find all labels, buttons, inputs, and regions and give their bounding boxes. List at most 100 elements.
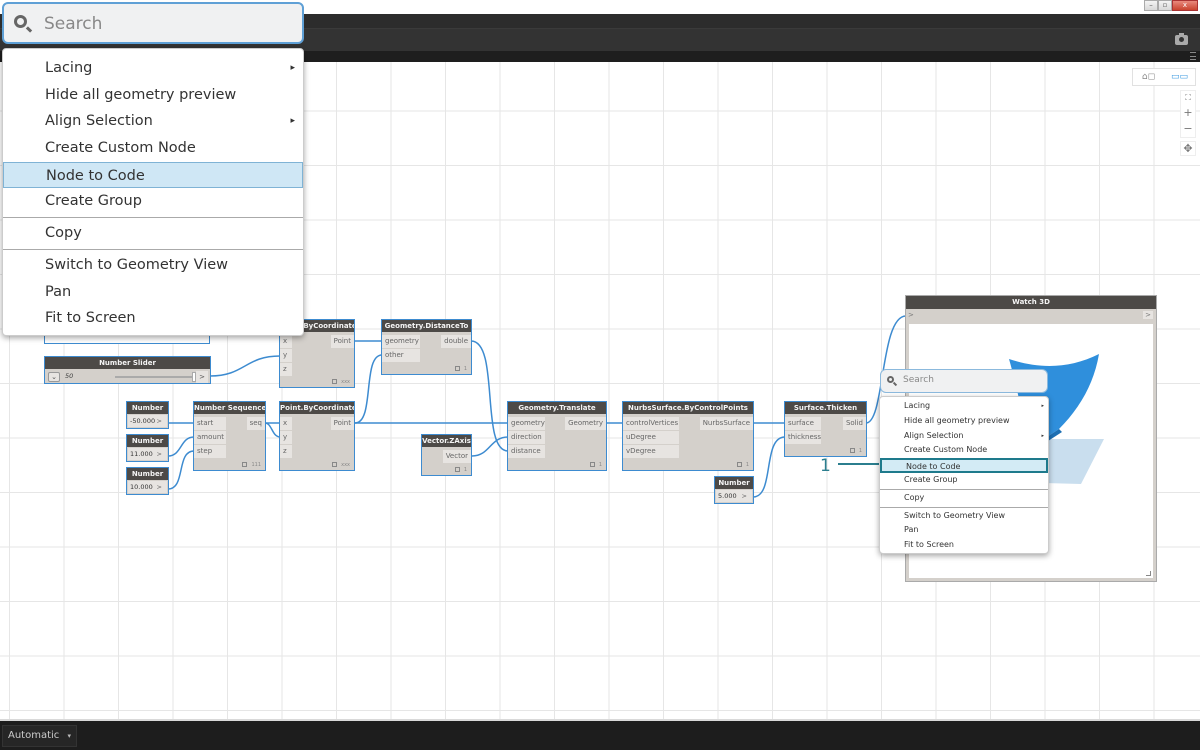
output-port-point[interactable]: Point <box>330 335 354 348</box>
menu-item-fit-to-screen[interactable]: Fit to Screen <box>3 305 303 332</box>
menu-item-copy[interactable]: Copy <box>3 220 303 247</box>
number-value[interactable]: 10.000 > <box>128 481 167 493</box>
output-port-geometry[interactable]: Geometry <box>565 417 606 430</box>
number-node[interactable]: Number 10.000 > <box>126 467 169 495</box>
input-port-geometry[interactable]: geometry <box>508 417 545 430</box>
input-port-z[interactable]: z <box>280 363 292 376</box>
menu-item-pan[interactable]: Pan <box>880 523 1048 538</box>
input-port-y[interactable]: y <box>280 431 292 444</box>
menu-item-lacing[interactable]: Lacing ▸ <box>880 399 1048 414</box>
preview-checkbox[interactable] <box>332 462 338 467</box>
menu-item-pan[interactable]: Pan <box>3 279 303 306</box>
node-title: Number <box>127 435 168 447</box>
menu-item-switch-to-geometry-view[interactable]: Switch to Geometry View <box>3 252 303 279</box>
number-node[interactable]: Number 11.000 > <box>126 434 169 462</box>
input-port-start[interactable]: start <box>194 417 226 430</box>
input-port-z[interactable]: z <box>280 445 292 458</box>
output-port-nurbssurface[interactable]: NurbsSurface <box>699 417 753 430</box>
input-port-controlvertices[interactable]: controlVertices <box>623 417 679 430</box>
number-value[interactable]: -50.000 > <box>128 415 167 427</box>
nurbssurface-bycontrolpoints-node[interactable]: NurbsSurface.ByControlPoints controlVert… <box>622 401 754 471</box>
output-port-point[interactable]: Point <box>330 417 354 430</box>
menu-item-create-custom-node[interactable]: Create Custom Node <box>880 443 1048 458</box>
output-port-double[interactable]: double <box>441 335 471 348</box>
output-port-vector[interactable]: Vector <box>442 450 471 463</box>
number-node[interactable]: Number 5.000 > <box>714 476 754 504</box>
menu-item-hide-geometry[interactable]: Hide all geometry preview <box>3 82 303 109</box>
number-slider-node[interactable]: Number Slider ⌄ 50 > <box>44 356 211 384</box>
input-port-udegree[interactable]: uDegree <box>623 431 679 444</box>
graph-view-icon[interactable]: ▭▭ <box>1164 69 1195 85</box>
submenu-arrow-icon: ▸ <box>290 63 295 73</box>
menu-item-switch-to-geometry-view[interactable]: Switch to Geometry View <box>880 509 1048 524</box>
zoom-out-icon[interactable]: − <box>1183 122 1192 135</box>
input-port-other[interactable]: other <box>382 349 420 362</box>
close-button[interactable]: x <box>1172 0 1198 11</box>
input-port-direction[interactable]: direction <box>508 431 545 444</box>
vector-zaxis-node[interactable]: Vector.ZAxis Vector 1 <box>421 434 472 476</box>
preview-checkbox[interactable] <box>454 366 460 371</box>
preview-checkbox[interactable] <box>849 448 855 453</box>
number-node[interactable]: Number -50.000 > <box>126 401 169 429</box>
node-title: NurbsSurface.ByControlPoints <box>623 402 753 414</box>
search-input[interactable]: Search <box>44 14 102 34</box>
geometry-view-icon[interactable]: ⌂◻ <box>1133 69 1164 85</box>
preview-checkbox[interactable] <box>454 467 460 472</box>
menu-item-node-to-code[interactable]: Node to Code <box>3 161 303 189</box>
input-port-geometry[interactable]: geometry <box>382 335 420 348</box>
input-port-thickness[interactable]: thickness <box>785 431 821 444</box>
input-port-amount[interactable]: amount <box>194 431 226 444</box>
lacing-indicator: xxx <box>332 379 350 385</box>
fit-to-screen-icon[interactable]: ⛶ <box>1185 93 1191 103</box>
minimize-button[interactable]: – <box>1144 0 1158 11</box>
slider-expand-button[interactable]: ⌄ <box>48 372 60 382</box>
camera-icon[interactable] <box>1175 33 1188 45</box>
output-port[interactable]: > <box>1143 311 1153 319</box>
number-sequence-node[interactable]: Number Sequence start amount step seq 11… <box>193 401 266 471</box>
number-value[interactable]: 5.000 > <box>716 490 752 502</box>
geometry-distanceto-node[interactable]: Geometry.DistanceTo geometry other doubl… <box>381 319 472 375</box>
menu-item-create-group[interactable]: Create Group <box>880 473 1048 488</box>
output-port-solid[interactable]: Solid <box>842 417 866 430</box>
preview-checkbox[interactable] <box>589 462 595 467</box>
point-by-coordinates-node[interactable]: Point.ByCoordinates x y z Point xxx <box>279 401 355 471</box>
node-title: Number <box>715 477 753 489</box>
menu-item-node-to-code[interactable]: Node to Code <box>880 458 1048 473</box>
menu-item-hide-geometry[interactable]: Hide all geometry preview <box>880 414 1048 429</box>
preview-checkbox[interactable] <box>736 462 742 467</box>
input-port-distance[interactable]: distance <box>508 445 545 458</box>
input-port-x[interactable]: x <box>280 335 292 348</box>
input-port-step[interactable]: step <box>194 445 226 458</box>
menu-item-lacing[interactable]: Lacing ▸ <box>3 55 303 82</box>
input-port[interactable]: > <box>908 311 914 319</box>
menu-item-create-group[interactable]: Create Group <box>3 188 303 215</box>
zoom-in-icon[interactable]: + <box>1183 106 1192 119</box>
menu-item-fit-to-screen[interactable]: Fit to Screen <box>880 538 1048 553</box>
input-port-x[interactable]: x <box>280 417 292 430</box>
input-port-y[interactable]: y <box>280 349 292 362</box>
node-title: Vector.ZAxis <box>422 435 471 447</box>
run-mode-dropdown[interactable]: Automatic ▾ <box>2 725 77 747</box>
restore-button[interactable]: ▫ <box>1158 0 1172 11</box>
geometry-translate-node[interactable]: Geometry.Translate geometry direction di… <box>507 401 607 471</box>
output-port-seq[interactable]: seq <box>246 417 265 430</box>
context-search-box-large[interactable]: Search <box>2 2 304 44</box>
hamburger-icon[interactable] <box>1190 52 1196 60</box>
preview-checkbox[interactable] <box>332 379 338 384</box>
resize-handle[interactable] <box>1146 571 1151 576</box>
input-port-vdegree[interactable]: vDegree <box>623 445 679 458</box>
pan-icon[interactable]: ✥ <box>1180 141 1196 156</box>
number-value[interactable]: 11.000 > <box>128 448 167 460</box>
menu-item-align-selection[interactable]: Align Selection ▸ <box>880 429 1048 444</box>
slider-track[interactable] <box>115 376 193 378</box>
input-port-surface[interactable]: surface <box>785 417 821 430</box>
callout-line <box>838 463 881 465</box>
search-input[interactable]: Search <box>903 375 934 385</box>
preview-checkbox[interactable] <box>242 462 248 467</box>
surface-thicken-node[interactable]: Surface.Thicken surface thickness Solid … <box>784 401 867 457</box>
output-port[interactable]: > <box>196 371 208 383</box>
menu-item-create-custom-node[interactable]: Create Custom Node <box>3 135 303 162</box>
menu-item-copy[interactable]: Copy <box>880 491 1048 506</box>
menu-item-align-selection[interactable]: Align Selection ▸ <box>3 108 303 135</box>
context-search-box[interactable]: Search <box>880 369 1048 393</box>
